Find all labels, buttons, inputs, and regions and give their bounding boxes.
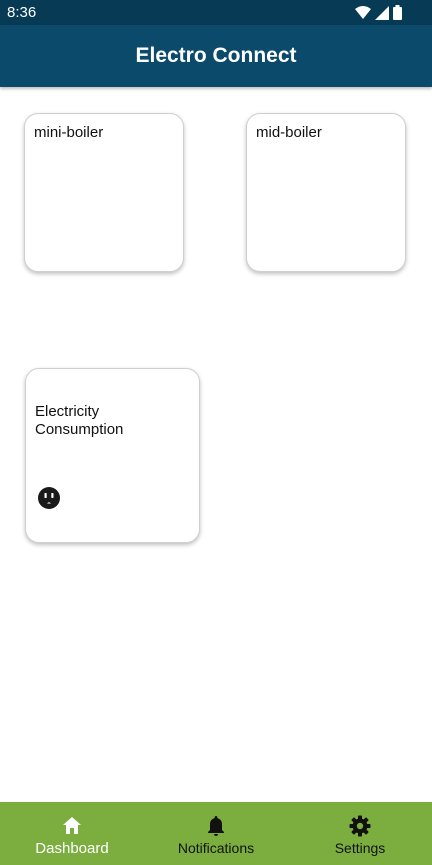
nav-dashboard[interactable]: Dashboard (0, 802, 144, 865)
home-icon (63, 817, 81, 834)
status-icons (355, 5, 402, 20)
nav-notifications[interactable]: Notifications (144, 802, 288, 865)
signal-icon (375, 5, 389, 20)
app-title: Electro Connect (135, 44, 297, 67)
nav-notifications-label: Notifications (177, 840, 255, 856)
bottom-nav: Dashboard Notifications Settings (0, 802, 432, 865)
status-time: 8:36 (7, 4, 37, 21)
device-card-label: mid-boiler (256, 124, 322, 141)
device-card-label: mini-boiler (34, 124, 104, 141)
wifi-icon (355, 5, 371, 19)
device-card-mid-boiler[interactable]: mid-boiler (246, 113, 406, 272)
battery-icon (393, 5, 402, 20)
nav-dashboard-label: Dashboard (35, 840, 109, 857)
bell-icon (208, 816, 224, 836)
nav-settings[interactable]: Settings (288, 802, 432, 865)
gear-icon (349, 815, 371, 837)
power-outlet-icon (38, 487, 60, 509)
nav-settings-label: Settings (334, 840, 386, 856)
status-bar: 8:36 (0, 0, 432, 25)
app-bar: Electro Connect (0, 25, 432, 87)
device-card-mini-boiler[interactable]: mini-boiler (24, 113, 184, 272)
electricity-card-label: Electricity Consumption (35, 403, 124, 438)
electricity-consumption-card[interactable]: Electricity Consumption (25, 368, 200, 543)
